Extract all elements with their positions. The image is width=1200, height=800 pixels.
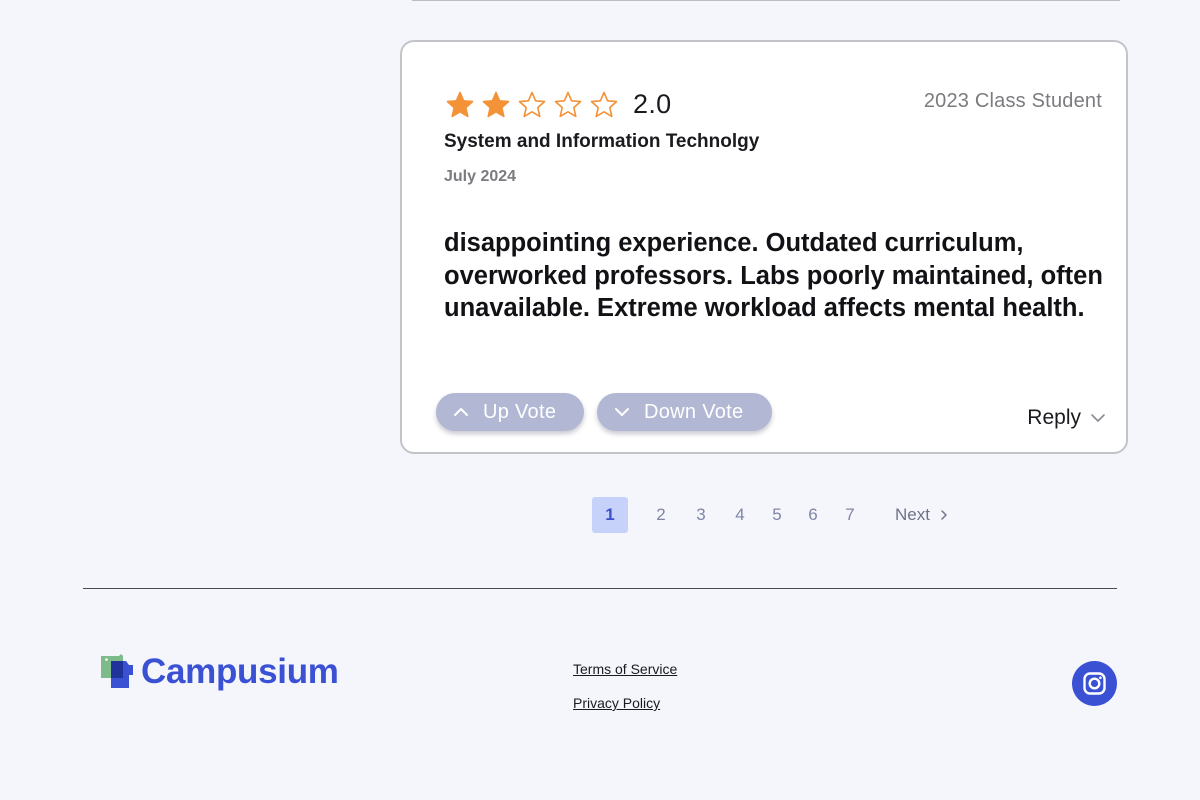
star-icon [481,90,511,120]
campusium-logo-icon [100,653,136,691]
star-icon [517,90,547,120]
chevron-right-icon [938,509,950,521]
star-icon [445,90,475,120]
rating-value: 2.0 [633,89,672,119]
next-page-button[interactable]: Next [895,497,950,533]
upvote-label: Up Vote [483,400,557,423]
reviewer-class: 2023 Class Student [923,90,1102,112]
page-link[interactable]: 3 [691,497,711,533]
chevron-up-icon [453,404,469,420]
program-name: System and Information Technolgy [444,131,760,152]
terms-of-service-link[interactable]: Terms of Service [573,661,677,677]
downvote-button[interactable]: Down Vote [597,393,772,431]
downvote-label: Down Vote [644,400,744,423]
brand[interactable]: Campusium [100,652,339,692]
next-label: Next [895,505,930,524]
page-link[interactable]: 5 [767,497,787,533]
top-divider [412,0,1120,1]
page-link[interactable]: 7 [840,497,860,533]
star-icon [553,90,583,120]
page-link[interactable]: 1 [592,497,628,533]
review-card: 2.0 2023 Class Student System and Inform… [400,40,1128,454]
page-link[interactable]: 6 [803,497,823,533]
brand-name: Campusium [141,652,339,691]
privacy-policy-link[interactable]: Privacy Policy [573,695,660,711]
reply-label: Reply [1027,406,1081,429]
upvote-button[interactable]: Up Vote [436,393,584,431]
page-link[interactable]: 2 [651,497,671,533]
review-date: July 2024 [444,168,517,185]
rating-row: 2.0 [445,89,671,120]
pagination: 1 2 3 4 5 6 7 Next [0,497,1200,533]
star-icon [589,90,619,120]
reply-button[interactable]: Reply [1027,406,1106,430]
page-link[interactable]: 4 [730,497,750,533]
chevron-down-icon [1090,410,1106,426]
review-body: disappointing experience. Outdated curri… [444,229,1103,322]
instagram-icon[interactable] [1072,661,1117,706]
footer-divider [83,588,1117,589]
chevron-down-icon [614,404,630,420]
